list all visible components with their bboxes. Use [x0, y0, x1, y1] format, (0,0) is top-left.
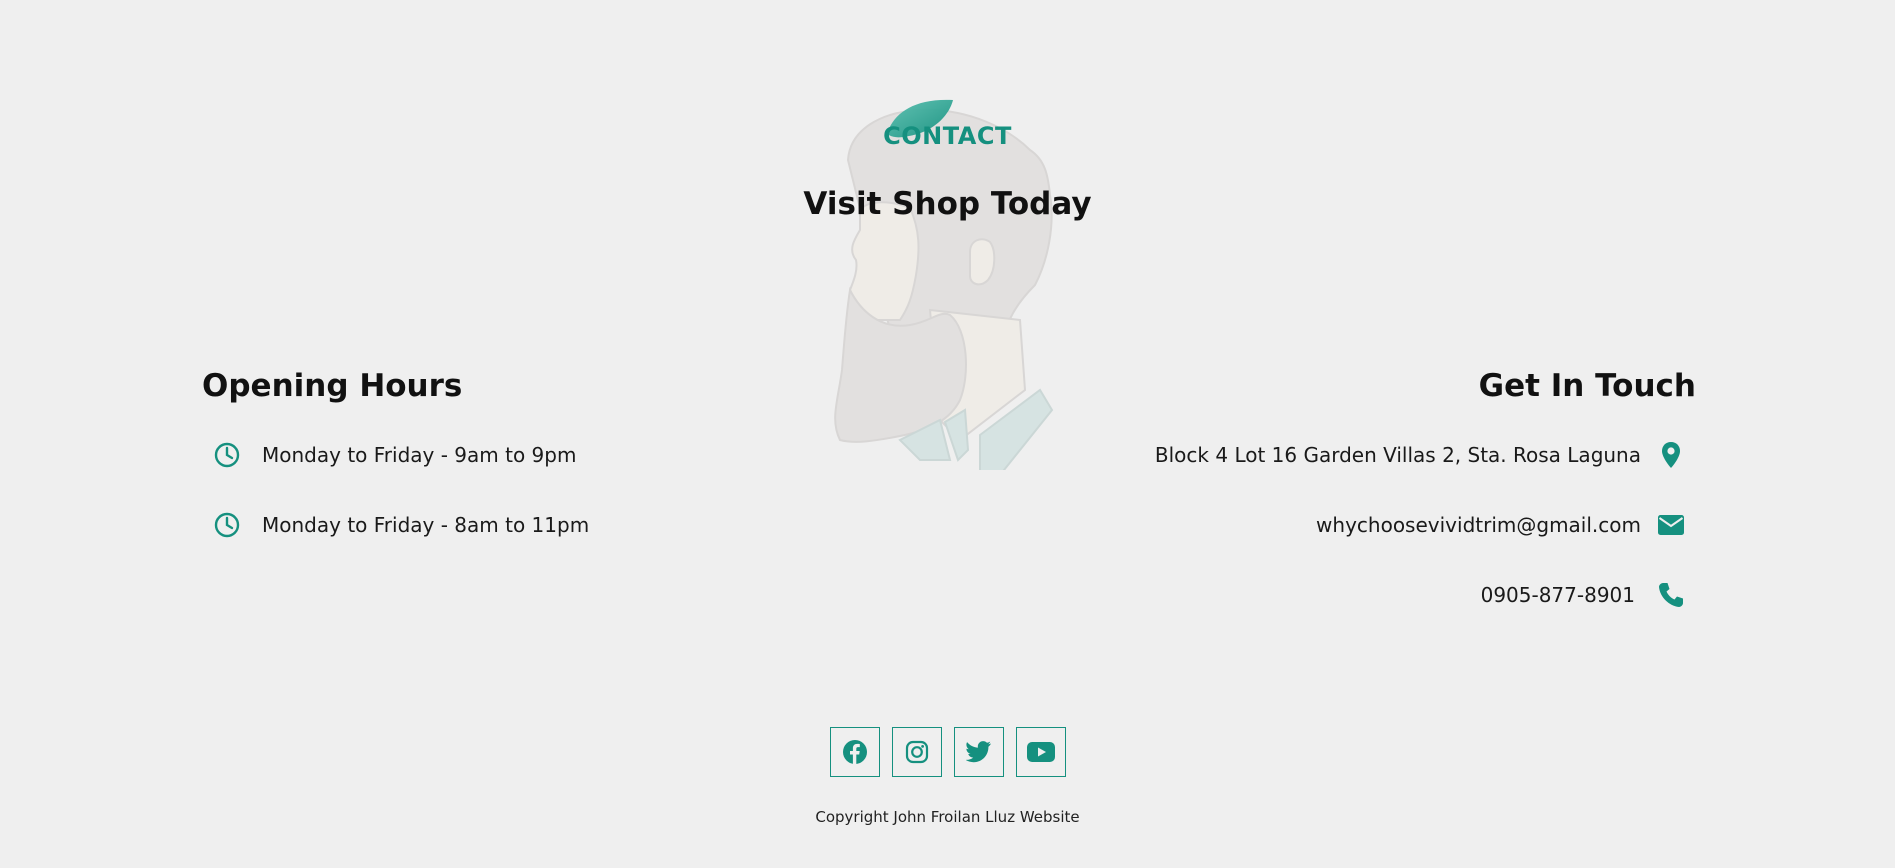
opening-hours-text: Monday to Friday - 9am to 9pm [262, 443, 577, 467]
opening-hours-item: Monday to Friday - 9am to 9pm [212, 440, 576, 470]
contact-section: CONTACT Visit Shop Today Opening Hours M… [0, 0, 1895, 868]
email-text[interactable]: whychoosevividtrim@gmail.com [1316, 511, 1641, 539]
opening-hours-title: Opening Hours [202, 368, 463, 404]
map-pin-icon [1657, 440, 1685, 470]
envelope-icon [1657, 510, 1685, 540]
get-in-touch-title: Get In Touch [1478, 368, 1696, 404]
clock-icon [212, 510, 242, 540]
contact-email-item[interactable]: whychoosevividtrim@gmail.com [1316, 510, 1685, 540]
instagram-button[interactable] [891, 727, 942, 777]
phone-text[interactable]: 0905-877-8901 [1481, 581, 1635, 609]
barber-silhouette-illustration [834, 108, 1054, 470]
youtube-button[interactable] [1015, 727, 1066, 777]
address-text: Block 4 Lot 16 Garden Villas 2, Sta. Ros… [1154, 443, 1641, 467]
opening-hours-item: Monday to Friday - 8am to 11pm [212, 510, 589, 540]
facebook-icon [842, 740, 867, 764]
contact-phone-item[interactable]: 0905-877-8901 [1481, 580, 1685, 610]
instagram-icon [905, 740, 928, 764]
phone-icon [1657, 580, 1685, 610]
youtube-icon [1026, 742, 1055, 762]
section-label: CONTACT [883, 122, 1012, 150]
copyright-text: Copyright John Froilan Lluz Website [815, 808, 1080, 826]
twitter-button[interactable] [953, 727, 1004, 777]
contact-address-item: Block 4 Lot 16 Garden Villas 2, Sta. Ros… [1155, 440, 1685, 470]
social-links [0, 727, 1895, 777]
section-title: Visit Shop Today [803, 186, 1092, 222]
facebook-button[interactable] [829, 727, 880, 777]
clock-icon [212, 440, 242, 470]
opening-hours-text: Monday to Friday - 8am to 11pm [262, 513, 590, 537]
twitter-icon [965, 741, 991, 763]
